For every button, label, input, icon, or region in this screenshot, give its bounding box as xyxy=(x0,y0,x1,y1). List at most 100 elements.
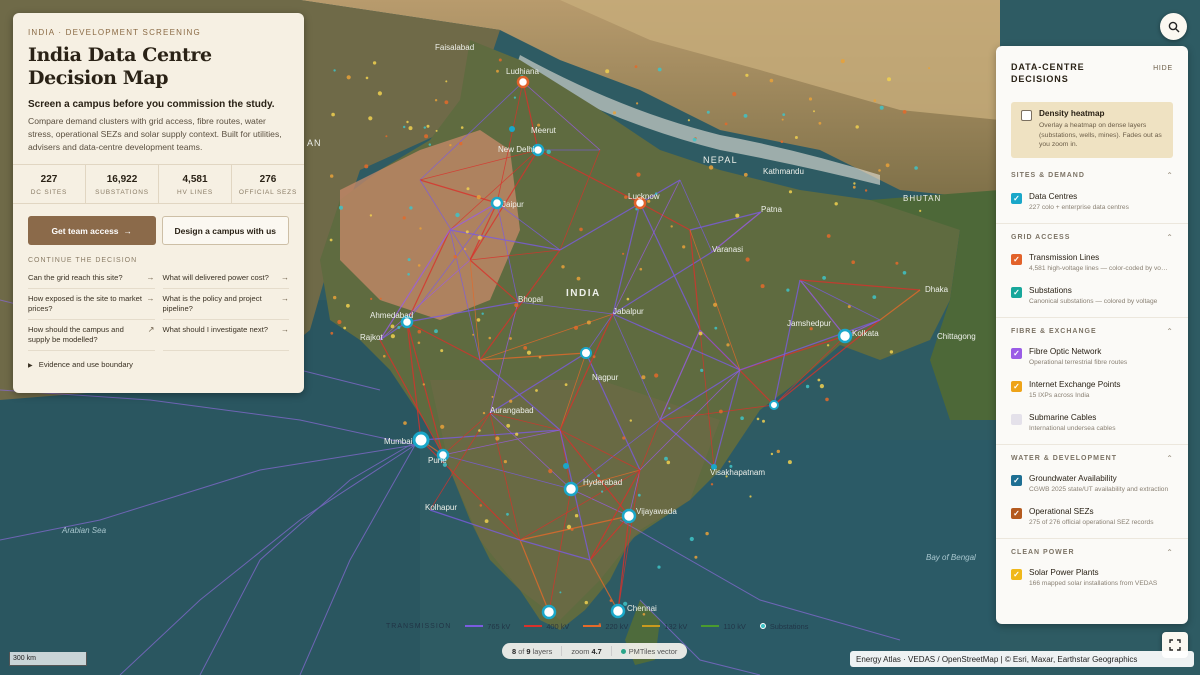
layer-submarine-cables[interactable]: Submarine Cables International undersea … xyxy=(1011,411,1173,444)
substation-point xyxy=(622,252,625,255)
substation-point xyxy=(776,449,780,454)
check-icon: ✓ xyxy=(1013,348,1020,358)
substation-point xyxy=(460,126,464,129)
substation-point xyxy=(444,100,449,105)
substation-point xyxy=(629,419,632,422)
group-label: FIBRE & EXCHANGE xyxy=(1011,327,1097,335)
dc-marker-nagpur[interactable] xyxy=(580,347,592,359)
group-clean-power[interactable]: CLEAN POWER ⌃ xyxy=(996,537,1188,566)
transmission-legend: TRANSMISSION 765 kV 400 kV 220 kV 132 kV… xyxy=(378,617,816,635)
dc-marker-kolkata[interactable] xyxy=(837,328,853,344)
layer-groundwater-availability[interactable]: ✓ Groundwater Availability CGWB 2025 sta… xyxy=(1011,472,1173,505)
hide-panel-button[interactable]: HIDE xyxy=(1153,65,1173,72)
substation-point xyxy=(466,187,470,191)
evidence-disclosure[interactable]: ▶ Evidence and use boundary xyxy=(28,360,289,369)
question-link-investigate-next[interactable]: What should I investigate next? → xyxy=(162,320,289,351)
layer-data-centres[interactable]: ✓ Data Centres 227 colo + enterprise dat… xyxy=(1011,190,1173,223)
legend-swatch xyxy=(524,625,543,627)
layer-checkbox[interactable]: ✓ xyxy=(1011,192,1022,204)
substation-point xyxy=(769,78,774,83)
layer-description: Operational terrestrial fibre routes xyxy=(1029,358,1128,366)
map-search-button[interactable] xyxy=(1160,13,1187,40)
layer-checkbox[interactable]: ✓ xyxy=(1011,253,1022,265)
layer-checkbox[interactable] xyxy=(1011,413,1022,425)
heatmap-description: Overlay a heatmap on dense layers (subst… xyxy=(1039,122,1162,148)
substation-point xyxy=(794,136,798,139)
layer-checkbox[interactable]: ✓ xyxy=(1011,380,1022,392)
layer-checkbox[interactable]: ✓ xyxy=(1011,568,1022,580)
substation-point xyxy=(435,129,438,132)
question-link-power-cost[interactable]: What will delivered power cost? → xyxy=(162,268,289,289)
substation-point xyxy=(919,209,922,212)
chevron-up-icon: ⌃ xyxy=(1166,171,1173,180)
dc-marker-ludhiana[interactable] xyxy=(516,75,530,89)
substation-point xyxy=(379,297,382,300)
layer-transmission-lines[interactable]: ✓ Transmission Lines 4,581 high-voltage … xyxy=(1011,251,1173,284)
layer-checkbox[interactable]: ✓ xyxy=(1011,347,1022,359)
group-fibre-exchange[interactable]: FIBRE & EXCHANGE ⌃ xyxy=(996,316,1188,345)
question-link-campus-model[interactable]: How should the campus and supply be mode… xyxy=(28,320,155,351)
layer-checkbox[interactable]: ✓ xyxy=(1011,474,1022,486)
layer-fibre-optic-network[interactable]: ✓ Fibre Optic Network Operational terres… xyxy=(1011,345,1173,378)
substation-point xyxy=(788,190,793,194)
label-ludhiana: Ludhiana xyxy=(506,67,539,76)
substation-point xyxy=(840,59,845,64)
substation-point xyxy=(914,166,918,170)
dc-marker-delhi[interactable] xyxy=(531,143,545,157)
dc-marker-jaipur[interactable] xyxy=(490,196,504,210)
map-attribution[interactable]: Energy Atlas · VEDAS / OpenStreetMap | ©… xyxy=(850,651,1194,667)
stat-hv-lines: 4,581 HV LINES xyxy=(159,165,232,203)
substation-point xyxy=(706,110,710,114)
substation-point xyxy=(782,113,786,116)
group-sites-demand[interactable]: SITES & DEMAND ⌃ xyxy=(996,162,1188,190)
substation-point xyxy=(428,143,431,146)
question-link-market-prices[interactable]: How exposed is the site to market prices… xyxy=(28,289,155,320)
layer-operational-sezs[interactable]: ✓ Operational SEZs 275 of 276 official o… xyxy=(1011,505,1173,538)
dc-marker-hyderabad[interactable] xyxy=(563,481,579,497)
button-label: Design a campus with us xyxy=(174,225,277,236)
attribution-text: Energy Atlas · VEDAS / OpenStreetMap | ©… xyxy=(856,654,1138,664)
substation-point xyxy=(407,273,410,276)
group-water-development[interactable]: WATER & DEVELOPMENT ⌃ xyxy=(996,443,1188,472)
label-chennai: Chennai xyxy=(627,604,657,613)
question-link-grid-reach[interactable]: Can the grid reach this site? → xyxy=(28,268,155,289)
substation-point xyxy=(639,267,643,271)
substation-point xyxy=(642,613,646,616)
substation-point xyxy=(808,97,813,101)
substation-point xyxy=(745,73,749,77)
group-label: WATER & DEVELOPMENT xyxy=(1011,454,1117,462)
substation-point xyxy=(641,375,646,380)
substation-point xyxy=(408,126,413,131)
dc-marker-mumbai[interactable] xyxy=(412,431,430,449)
dc-marker-vijayawada[interactable] xyxy=(621,508,637,524)
stat-official-sezs: 276 OFFICIAL SEZS xyxy=(232,165,304,203)
design-campus-button[interactable]: Design a campus with us xyxy=(161,216,289,245)
group-grid-access[interactable]: GRID ACCESS ⌃ xyxy=(996,222,1188,251)
substation-point xyxy=(476,195,481,200)
density-heatmap-toggle[interactable]: Density heatmap Overlay a heatmap on den… xyxy=(1011,102,1173,158)
label-vijayawada: Vijayawada xyxy=(636,507,677,516)
substation-point xyxy=(760,284,765,289)
chevron-up-icon: ⌃ xyxy=(1166,453,1173,463)
dc-marker-chennai[interactable] xyxy=(610,603,626,619)
layer-checkbox[interactable]: ✓ xyxy=(1011,507,1022,519)
heatmap-checkbox[interactable] xyxy=(1021,110,1032,121)
substation-point xyxy=(713,302,718,307)
layer-solar-power-plants[interactable]: ✓ Solar Power Plants 166 mapped solar in… xyxy=(1011,566,1173,599)
check-icon: ✓ xyxy=(1013,287,1020,297)
question-text: What is the policy and project pipeline? xyxy=(162,294,262,313)
substation-point xyxy=(770,452,774,456)
question-links: Can the grid reach this site? → What wil… xyxy=(28,268,289,351)
legend-item-substations: Substations xyxy=(759,622,808,631)
layer-internet-exchange-points[interactable]: ✓ Internet Exchange Points 15 IXPs acros… xyxy=(1011,378,1173,411)
substation-point xyxy=(743,172,748,177)
layer-substations[interactable]: ✓ Substations Canonical substations — co… xyxy=(1011,284,1173,317)
legend-label: 220 kV xyxy=(605,621,629,631)
legend-item-220kv: 220 kV xyxy=(583,622,628,631)
layer-checkbox[interactable]: ✓ xyxy=(1011,286,1022,298)
question-link-policy-pipeline[interactable]: What is the policy and project pipeline?… xyxy=(162,289,289,320)
substation-point xyxy=(634,65,638,68)
stat-label: DC SITES xyxy=(30,189,68,196)
substation-point xyxy=(465,230,469,234)
get-team-access-button[interactable]: Get team access → xyxy=(28,216,156,245)
